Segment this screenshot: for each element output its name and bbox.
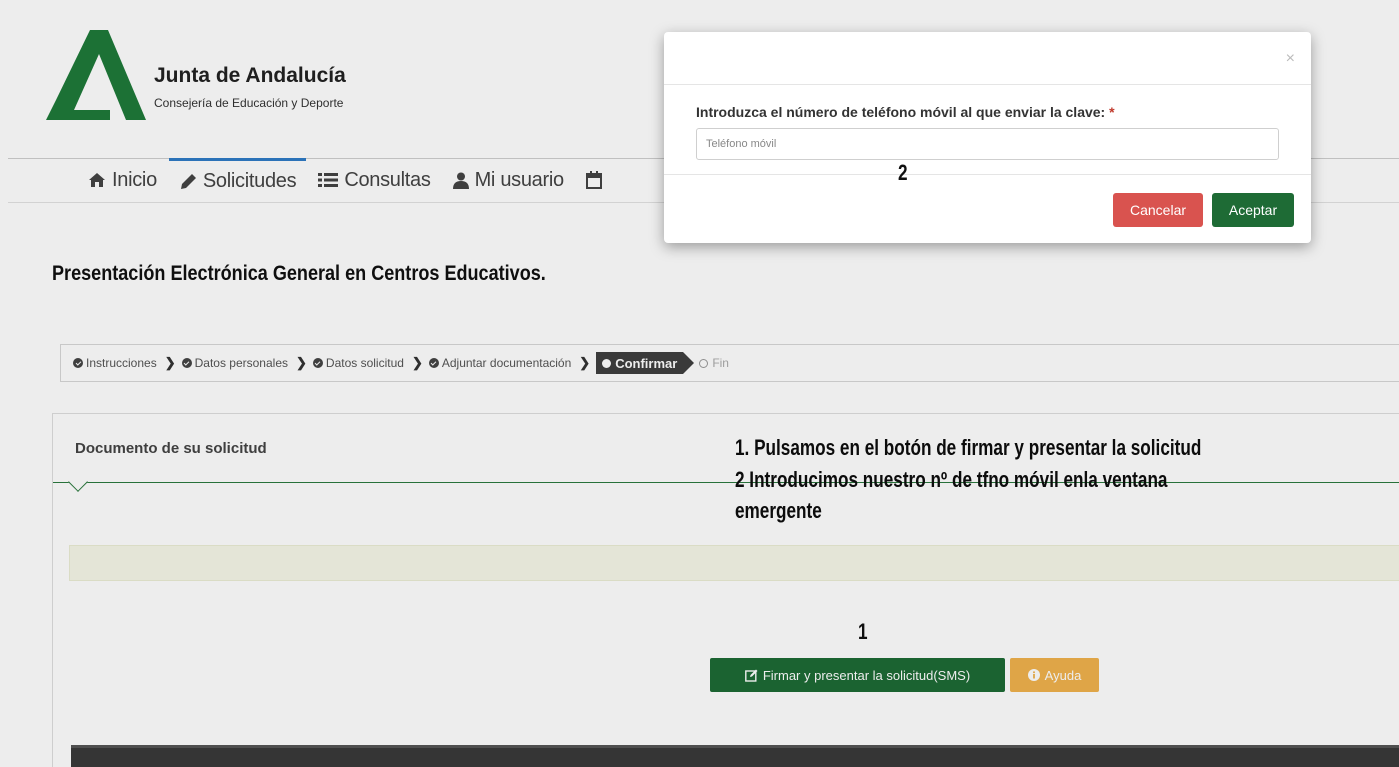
accept-button[interactable]: Aceptar: [1212, 193, 1294, 227]
cancel-button[interactable]: Cancelar: [1113, 193, 1203, 227]
modal-header-divider: [664, 84, 1311, 85]
phone-input[interactable]: [696, 128, 1279, 160]
required-mark: *: [1109, 104, 1115, 120]
phone-modal: × Introduzca el número de teléfono móvil…: [664, 32, 1311, 243]
phone-label: Introduzca el número de teléfono móvil a…: [696, 104, 1115, 120]
phone-label-text: Introduzca el número de teléfono móvil a…: [696, 104, 1106, 120]
close-icon[interactable]: ×: [1286, 50, 1295, 68]
annotation-marker-2: 2: [898, 160, 908, 185]
modal-footer-divider: [664, 174, 1311, 175]
